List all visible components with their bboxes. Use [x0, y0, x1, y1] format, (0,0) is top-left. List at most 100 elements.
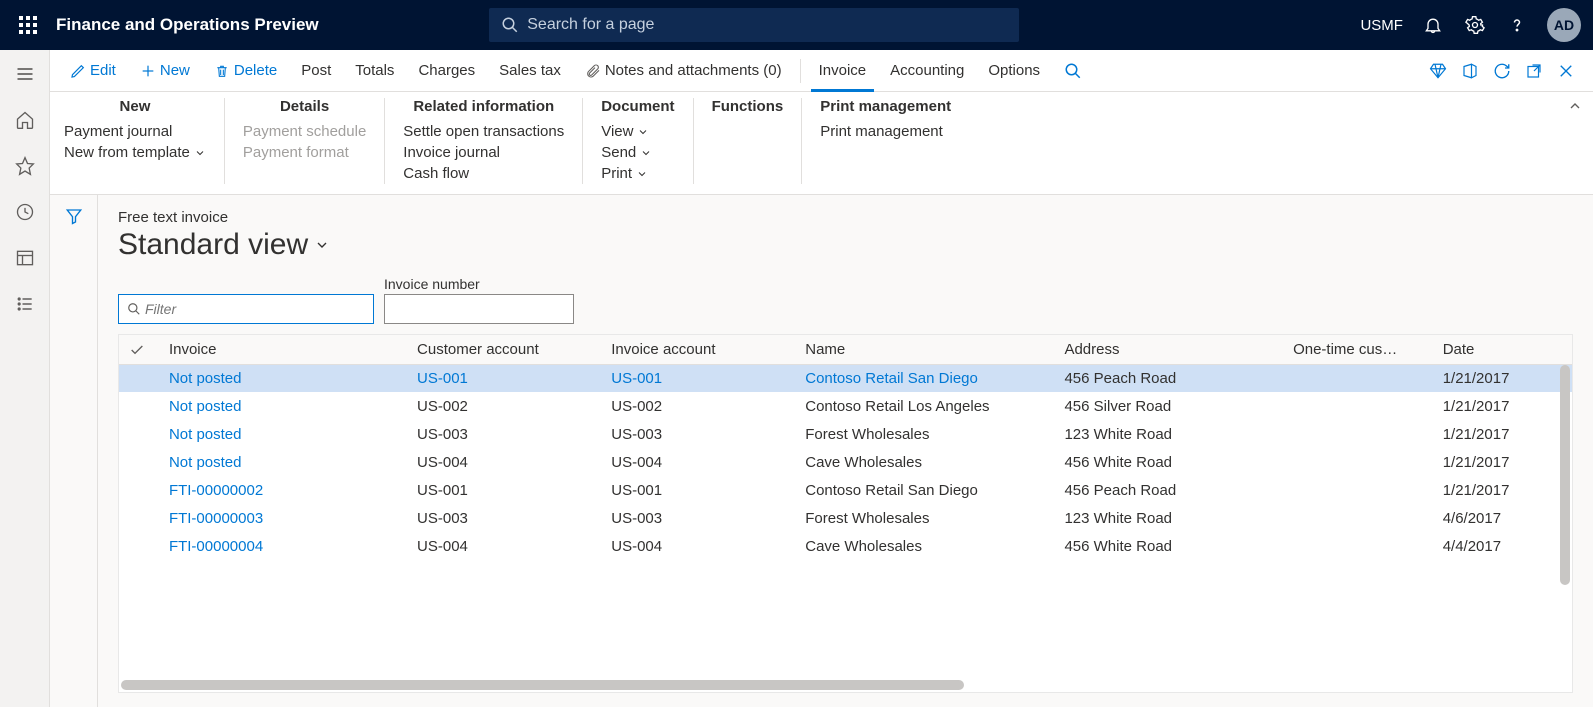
- ribbon-item[interactable]: Invoice journal: [403, 142, 564, 163]
- table-row[interactable]: Not postedUS-004US-004Cave Wholesales456…: [119, 449, 1572, 477]
- ribbon-item[interactable]: Print management: [820, 121, 951, 142]
- cell-onetime[interactable]: [1283, 533, 1433, 561]
- ribbon-item[interactable]: New from template: [64, 142, 206, 163]
- cell-address[interactable]: 456 Peach Road: [1054, 477, 1283, 505]
- home-icon[interactable]: [11, 106, 39, 134]
- col-name[interactable]: Name: [795, 335, 1054, 365]
- row-selector[interactable]: [119, 505, 159, 533]
- cell-invoice-account[interactable]: US-004: [601, 533, 795, 561]
- table-row[interactable]: FTI-00000003US-003US-003Forest Wholesale…: [119, 505, 1572, 533]
- refresh-icon[interactable]: [1493, 62, 1511, 80]
- cell-address[interactable]: 456 White Road: [1054, 449, 1283, 477]
- cell-customer-account[interactable]: US-001: [407, 477, 601, 505]
- table-row[interactable]: Not postedUS-001US-001Contoso Retail San…: [119, 365, 1572, 393]
- table-row[interactable]: Not postedUS-003US-003Forest Wholesales1…: [119, 421, 1572, 449]
- office-icon[interactable]: [1461, 62, 1479, 80]
- hamburger-icon[interactable]: [11, 60, 39, 88]
- delete-button[interactable]: Delete: [204, 58, 287, 83]
- cell-date[interactable]: 1/21/2017: [1433, 449, 1572, 477]
- cell-invoice[interactable]: FTI-00000002: [159, 477, 407, 505]
- cell-onetime[interactable]: [1283, 393, 1433, 421]
- ribbon-item[interactable]: Settle open transactions: [403, 121, 564, 142]
- invoice-tab[interactable]: Invoice: [809, 58, 877, 83]
- cell-address[interactable]: 456 Silver Road: [1054, 393, 1283, 421]
- star-icon[interactable]: [11, 152, 39, 180]
- cell-date[interactable]: 4/4/2017: [1433, 533, 1572, 561]
- accounting-tab[interactable]: Accounting: [880, 58, 974, 83]
- cell-name[interactable]: Contoso Retail San Diego: [795, 365, 1054, 393]
- cell-name[interactable]: Forest Wholesales: [795, 505, 1054, 533]
- cell-customer-account[interactable]: US-004: [407, 449, 601, 477]
- app-launcher-icon[interactable]: [12, 9, 44, 41]
- quick-filter[interactable]: [118, 294, 374, 324]
- row-selector[interactable]: [119, 449, 159, 477]
- recent-icon[interactable]: [11, 198, 39, 226]
- cell-date[interactable]: 1/21/2017: [1433, 477, 1572, 505]
- invoice-number-text[interactable]: [393, 301, 575, 317]
- cell-date[interactable]: 1/21/2017: [1433, 365, 1572, 393]
- cell-address[interactable]: 123 White Road: [1054, 505, 1283, 533]
- cell-address[interactable]: 456 Peach Road: [1054, 365, 1283, 393]
- filter-pane-toggle[interactable]: [50, 195, 98, 707]
- cell-name[interactable]: Contoso Retail San Diego: [795, 477, 1054, 505]
- modules-icon[interactable]: [11, 290, 39, 318]
- options-tab[interactable]: Options: [978, 58, 1050, 83]
- cell-customer-account[interactable]: US-004: [407, 533, 601, 561]
- cell-address[interactable]: 123 White Road: [1054, 421, 1283, 449]
- ribbon-item[interactable]: Print: [601, 163, 674, 184]
- quick-filter-input[interactable]: [145, 301, 365, 317]
- salestax-button[interactable]: Sales tax: [489, 58, 571, 83]
- page-title[interactable]: Standard view: [118, 228, 1573, 262]
- new-button[interactable]: New: [130, 58, 200, 83]
- table-row[interactable]: FTI-00000004US-004US-004Cave Wholesales4…: [119, 533, 1572, 561]
- cell-invoice-account[interactable]: US-004: [601, 449, 795, 477]
- gear-icon[interactable]: [1463, 13, 1487, 37]
- search-input[interactable]: [527, 16, 1007, 34]
- cell-invoice-account[interactable]: US-002: [601, 393, 795, 421]
- help-icon[interactable]: [1505, 13, 1529, 37]
- find-button[interactable]: [1054, 58, 1092, 84]
- col-invoice[interactable]: Invoice: [159, 335, 407, 365]
- popout-icon[interactable]: [1525, 62, 1543, 80]
- row-selector[interactable]: [119, 533, 159, 561]
- close-icon[interactable]: [1557, 62, 1575, 80]
- col-address[interactable]: Address: [1054, 335, 1283, 365]
- cell-customer-account[interactable]: US-003: [407, 505, 601, 533]
- cell-date[interactable]: 1/21/2017: [1433, 421, 1572, 449]
- cell-name[interactable]: Contoso Retail Los Angeles: [795, 393, 1054, 421]
- cell-invoice[interactable]: Not posted: [159, 365, 407, 393]
- cell-date[interactable]: 4/6/2017: [1433, 505, 1572, 533]
- ribbon-item[interactable]: Send: [601, 142, 674, 163]
- totals-button[interactable]: Totals: [345, 58, 404, 83]
- horizontal-scrollbar[interactable]: [121, 680, 964, 690]
- ribbon-item[interactable]: Payment journal: [64, 121, 206, 142]
- notes-button[interactable]: Notes and attachments (0): [575, 58, 792, 83]
- user-avatar[interactable]: AD: [1547, 8, 1581, 42]
- cell-onetime[interactable]: [1283, 477, 1433, 505]
- search-box[interactable]: [489, 8, 1019, 42]
- workspace-icon[interactable]: [11, 244, 39, 272]
- cell-invoice-account[interactable]: US-003: [601, 505, 795, 533]
- cell-invoice-account[interactable]: US-003: [601, 421, 795, 449]
- post-button[interactable]: Post: [291, 58, 341, 83]
- cell-customer-account[interactable]: US-002: [407, 393, 601, 421]
- company-code[interactable]: USMF: [1360, 17, 1403, 34]
- cell-address[interactable]: 456 White Road: [1054, 533, 1283, 561]
- bell-icon[interactable]: [1421, 13, 1445, 37]
- cell-customer-account[interactable]: US-001: [407, 365, 601, 393]
- cell-name[interactable]: Forest Wholesales: [795, 421, 1054, 449]
- select-all-header[interactable]: [119, 335, 159, 365]
- cell-invoice[interactable]: FTI-00000004: [159, 533, 407, 561]
- cell-name[interactable]: Cave Wholesales: [795, 533, 1054, 561]
- cell-onetime[interactable]: [1283, 421, 1433, 449]
- cell-invoice[interactable]: Not posted: [159, 421, 407, 449]
- cell-date[interactable]: 1/21/2017: [1433, 393, 1572, 421]
- col-customer-account[interactable]: Customer account: [407, 335, 601, 365]
- diamond-icon[interactable]: [1429, 62, 1447, 80]
- row-selector[interactable]: [119, 365, 159, 393]
- cell-onetime[interactable]: [1283, 505, 1433, 533]
- cell-onetime[interactable]: [1283, 365, 1433, 393]
- vertical-scrollbar[interactable]: [1560, 365, 1570, 585]
- table-row[interactable]: Not postedUS-002US-002Contoso Retail Los…: [119, 393, 1572, 421]
- col-date[interactable]: Date: [1433, 335, 1572, 365]
